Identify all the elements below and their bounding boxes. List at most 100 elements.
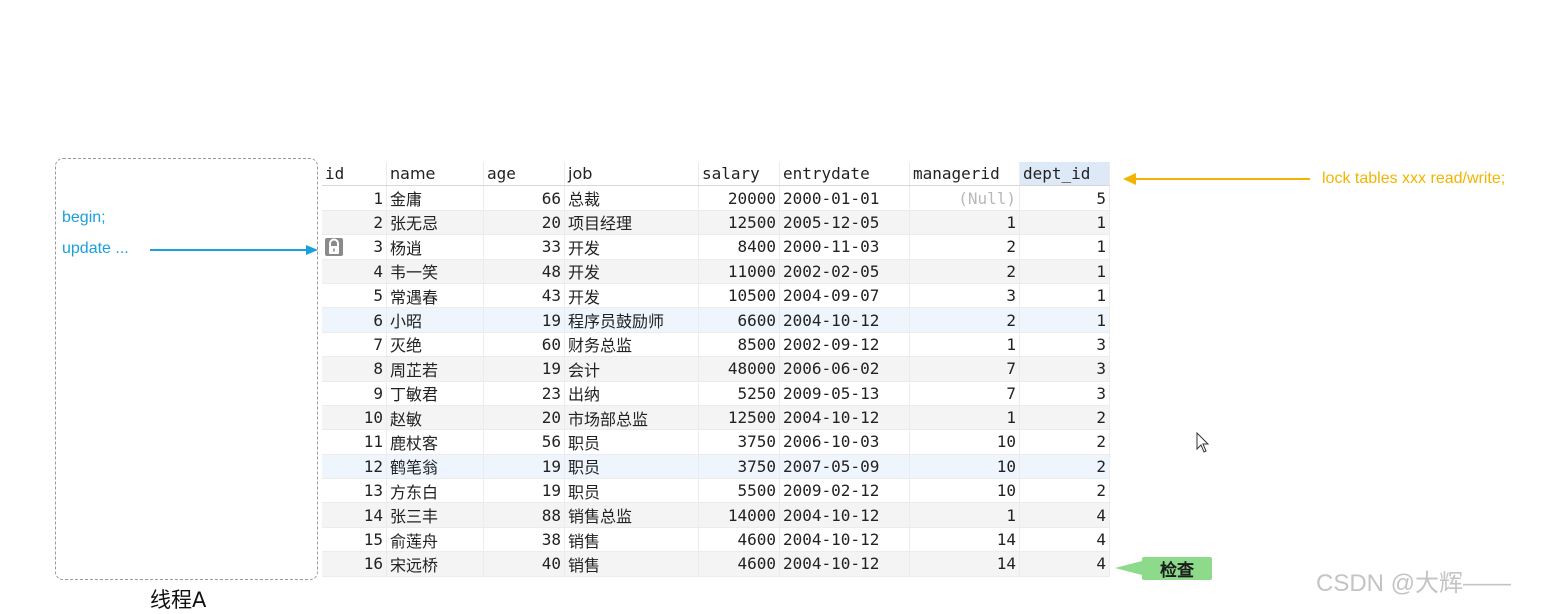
- column-header-job[interactable]: job: [565, 162, 699, 186]
- table-row[interactable]: 1 金庸 66 总裁 20000 2000-01-01 (Null) 5: [322, 186, 1110, 211]
- table-row[interactable]: 13 方东白 19 职员 5500 2009-02-12 10 2: [322, 479, 1110, 504]
- cell-job[interactable]: 开发: [565, 283, 699, 308]
- cell-dept-id[interactable]: 3: [1020, 381, 1110, 405]
- cell-salary[interactable]: 14000: [699, 503, 780, 527]
- cell-job[interactable]: 开发: [565, 259, 699, 283]
- cell-id[interactable]: 14: [322, 503, 387, 527]
- table-row[interactable]: 6 小昭 19 程序员鼓励师 6600 2004-10-12 2 1: [322, 308, 1110, 333]
- cell-id[interactable]: 16: [322, 552, 387, 576]
- cell-entrydate[interactable]: 2000-11-03: [780, 235, 910, 259]
- cell-dept-id[interactable]: 2: [1020, 405, 1110, 430]
- cell-age[interactable]: 43: [484, 283, 565, 308]
- cell-age[interactable]: 19: [484, 308, 565, 332]
- cell-entrydate[interactable]: 2004-10-12: [780, 503, 910, 527]
- cell-name[interactable]: 张无忌: [387, 210, 484, 235]
- cell-salary[interactable]: 12500: [699, 405, 780, 430]
- table-row[interactable]: 10 赵敏 20 市场部总监 12500 2004-10-12 1 2: [322, 405, 1110, 431]
- cell-salary[interactable]: 3750: [699, 454, 780, 479]
- cell-entrydate[interactable]: 2002-09-12: [780, 332, 910, 357]
- cell-managerid[interactable]: 7: [910, 357, 1020, 381]
- cell-job[interactable]: 程序员鼓励师: [565, 308, 699, 332]
- cell-id[interactable]: 11: [322, 430, 387, 454]
- cell-name[interactable]: 灭绝: [387, 332, 484, 357]
- cell-name[interactable]: 丁敏君: [387, 381, 484, 405]
- table-row[interactable]: 14 张三丰 88 销售总监 14000 2004-10-12 1 4: [322, 503, 1110, 528]
- cell-salary[interactable]: 5250: [699, 381, 780, 405]
- cell-job[interactable]: 财务总监: [565, 332, 699, 357]
- cell-salary[interactable]: 8500: [699, 332, 780, 357]
- cell-dept-id[interactable]: 3: [1020, 332, 1110, 357]
- cell-name[interactable]: 方东白: [387, 479, 484, 503]
- column-header-dept-id[interactable]: dept_id: [1020, 162, 1110, 186]
- table-row[interactable]: 12 鹤笔翁 19 职员 3750 2007-05-09 10 2: [322, 454, 1110, 480]
- cell-job[interactable]: 总裁: [565, 186, 699, 210]
- column-header-managerid[interactable]: managerid: [910, 162, 1020, 186]
- cell-name[interactable]: 俞莲舟: [387, 527, 484, 552]
- cell-entrydate[interactable]: 2004-10-12: [780, 308, 910, 332]
- cell-job[interactable]: 开发: [565, 235, 699, 259]
- cell-name[interactable]: 韦一笑: [387, 259, 484, 283]
- table-row[interactable]: 4 韦一笑 48 开发 11000 2002-02-05 2 1: [322, 259, 1110, 284]
- cell-managerid[interactable]: 2: [910, 235, 1020, 259]
- cell-managerid[interactable]: 1: [910, 210, 1020, 235]
- cell-id[interactable]: 8: [322, 357, 387, 381]
- table-row[interactable]: 16 宋远桥 40 销售 4600 2004-10-12 14 4: [322, 552, 1110, 577]
- cell-age[interactable]: 19: [484, 357, 565, 381]
- cell-entrydate[interactable]: 2004-10-12: [780, 527, 910, 552]
- cell-entrydate[interactable]: 2000-01-01: [780, 186, 910, 210]
- cell-managerid[interactable]: 10: [910, 479, 1020, 503]
- cell-id[interactable]: 2: [322, 210, 387, 235]
- cell-salary[interactable]: 48000: [699, 357, 780, 381]
- cell-entrydate[interactable]: 2005-12-05: [780, 210, 910, 235]
- cell-dept-id[interactable]: 5: [1020, 186, 1110, 210]
- cell-entrydate[interactable]: 2009-02-12: [780, 479, 910, 503]
- cell-managerid[interactable]: 1: [910, 405, 1020, 430]
- cell-name[interactable]: 鹿杖客: [387, 430, 484, 454]
- cell-id[interactable]: 4: [322, 259, 387, 283]
- cell-job[interactable]: 市场部总监: [565, 405, 699, 430]
- cell-name[interactable]: 鹤笔翁: [387, 454, 484, 479]
- cell-job[interactable]: 职员: [565, 430, 699, 454]
- cell-age[interactable]: 23: [484, 381, 565, 405]
- cell-managerid[interactable]: 14: [910, 527, 1020, 552]
- cell-age[interactable]: 40: [484, 552, 565, 576]
- cell-entrydate[interactable]: 2004-09-07: [780, 283, 910, 308]
- cell-job[interactable]: 项目经理: [565, 210, 699, 235]
- table-row[interactable]: 11 鹿杖客 56 职员 3750 2006-10-03 10 2: [322, 430, 1110, 455]
- cell-salary[interactable]: 4600: [699, 552, 780, 576]
- cell-dept-id[interactable]: 4: [1020, 552, 1110, 576]
- column-header-entrydate[interactable]: entrydate: [780, 162, 910, 186]
- cell-managerid[interactable]: 1: [910, 503, 1020, 527]
- cell-id[interactable]: 7: [322, 332, 387, 357]
- cell-dept-id[interactable]: 2: [1020, 430, 1110, 454]
- cell-dept-id[interactable]: 1: [1020, 235, 1110, 259]
- cell-managerid[interactable]: 3: [910, 283, 1020, 308]
- cell-entrydate[interactable]: 2009-05-13: [780, 381, 910, 405]
- cell-managerid[interactable]: 1: [910, 332, 1020, 357]
- cell-entrydate[interactable]: 2004-10-12: [780, 405, 910, 430]
- cell-dept-id[interactable]: 3: [1020, 357, 1110, 381]
- cell-age[interactable]: 33: [484, 235, 565, 259]
- cell-id[interactable]: 5: [322, 283, 387, 308]
- cell-dept-id[interactable]: 1: [1020, 308, 1110, 332]
- cell-id[interactable]: 10: [322, 405, 387, 430]
- cell-name[interactable]: 金庸: [387, 186, 484, 210]
- cell-dept-id[interactable]: 4: [1020, 527, 1110, 552]
- table-row[interactable]: 15 俞莲舟 38 销售 4600 2004-10-12 14 4: [322, 527, 1110, 553]
- cell-dept-id[interactable]: 2: [1020, 454, 1110, 479]
- cell-job[interactable]: 会计: [565, 357, 699, 381]
- table-row[interactable]: 5 常遇春 43 开发 10500 2004-09-07 3 1: [322, 283, 1110, 309]
- column-header-name[interactable]: name: [387, 162, 484, 186]
- cell-job[interactable]: 销售: [565, 552, 699, 576]
- cell-name[interactable]: 杨逍: [387, 235, 484, 259]
- cell-dept-id[interactable]: 1: [1020, 283, 1110, 308]
- cell-job[interactable]: 职员: [565, 454, 699, 479]
- cell-age[interactable]: 88: [484, 503, 565, 527]
- table-row[interactable]: 9 丁敏君 23 出纳 5250 2009-05-13 7 3: [322, 381, 1110, 406]
- cell-managerid[interactable]: 10: [910, 454, 1020, 479]
- cell-entrydate[interactable]: 2004-10-12: [780, 552, 910, 576]
- cell-id[interactable]: 12: [322, 454, 387, 479]
- cell-salary[interactable]: 8400: [699, 235, 780, 259]
- cell-name[interactable]: 赵敏: [387, 405, 484, 430]
- cell-age[interactable]: 19: [484, 454, 565, 479]
